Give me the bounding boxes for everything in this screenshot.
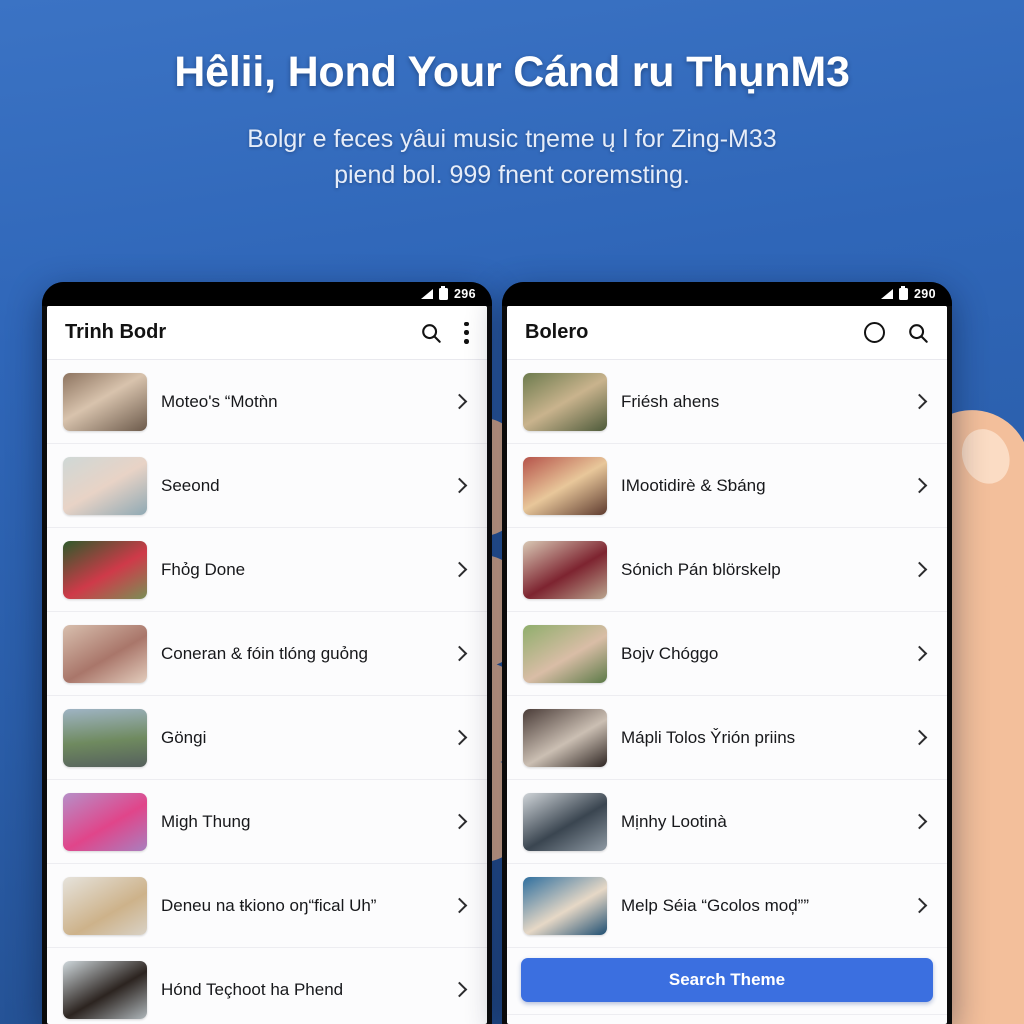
- chevron-right-icon: [911, 897, 928, 914]
- item-label: Mápli Tolos Y̌rión priins: [621, 727, 796, 747]
- page-subtitle: Bolgr e feces yâui music tŋeme ų l for Z…: [0, 122, 1024, 193]
- item-label: IMootidirè & Sƅáng: [621, 475, 766, 495]
- item-thumbnail: [523, 708, 607, 767]
- item-thumbnail: [523, 792, 607, 851]
- list-item[interactable]: Fhỏg Done: [47, 528, 487, 612]
- item-label: Moteo's “Motǹn: [161, 391, 278, 411]
- chevron-right-icon: [911, 813, 928, 830]
- signal-bars-icon: [880, 289, 893, 299]
- item-label: Friésh ahens: [621, 391, 720, 411]
- item-label: Coneran & fóin tlóng guỏng: [161, 643, 368, 663]
- list-item[interactable]: Mápli Tolos Y̌rión priins: [507, 696, 947, 780]
- list-item[interactable]: Coneran & fóin tlóng guỏng: [47, 612, 487, 696]
- status-bar-left: 296: [42, 282, 492, 306]
- chevron-right-icon: [911, 729, 928, 746]
- list-item[interactable]: Migh Thung: [47, 780, 487, 864]
- appbar-title-left: Trinh Bodr: [65, 321, 167, 343]
- appbar-left: Trinh Bodr: [47, 306, 487, 360]
- item-label: Melp Séia “Gcolos mod̦””: [621, 895, 810, 915]
- status-time: 290: [913, 287, 936, 301]
- list-item[interactable]: Seeond: [47, 444, 487, 528]
- item-thumbnail: [63, 708, 147, 767]
- item-thumbnail: [63, 540, 147, 599]
- list-item[interactable]: Melp Séia “Gcolos mod̦””: [507, 864, 947, 948]
- screen-right: Bolero Friésh ahens IMootidirè & Sƅáng S…: [507, 306, 947, 1024]
- phone-right: 290 Bolero Friésh ahens IMootidirè & Sƅá…: [502, 282, 952, 1024]
- item-thumbnail: [523, 372, 607, 431]
- item-thumbnail: [523, 624, 607, 683]
- list-item[interactable]: Deneu na ŧkiono oŋ“fical Uh”: [47, 864, 487, 948]
- subtitle-line-1: Bolgr e feces yâui music tŋeme ų l for Z…: [247, 125, 777, 154]
- list-item[interactable]: Friésh ahens: [507, 360, 947, 444]
- item-label: Göngi: [161, 727, 207, 747]
- item-label: Hónd Teçhoot ha Phend: [161, 979, 344, 999]
- item-thumbnail: [523, 540, 607, 599]
- phone-left: 296 Trinh Bodr Moteo's “Motǹn Seeond Fhỏ…: [42, 282, 492, 1024]
- chevron-right-icon: [451, 393, 468, 410]
- theme-list-left: Moteo's “Motǹn Seeond Fhỏg Done Coneran …: [47, 360, 487, 1024]
- battery-icon: [438, 285, 448, 300]
- chevron-right-icon: [911, 561, 928, 578]
- item-thumbnail: [63, 624, 147, 683]
- battery-icon: [898, 285, 908, 300]
- item-label: Bojv Chóggo: [621, 643, 719, 663]
- list-item[interactable]: Moteo's “Motǹn: [47, 360, 487, 444]
- item-label: Deneu na ŧkiono oŋ“fical Uh”: [161, 895, 377, 915]
- appbar-title-right: Bolero: [525, 321, 589, 343]
- chevron-right-icon: [451, 813, 468, 830]
- cta-container: Search Theme: [507, 948, 947, 1015]
- item-thumbnail: [63, 792, 147, 851]
- item-thumbnail: [63, 372, 147, 431]
- item-label: Migh Thung: [161, 811, 251, 831]
- item-thumbnail: [523, 876, 607, 935]
- list-item[interactable]: Hónd Teçhoot ha Phend: [47, 948, 487, 1024]
- status-time: 296: [453, 287, 476, 301]
- status-bar-right: 290: [502, 282, 952, 306]
- appbar-actions-left: [420, 321, 469, 344]
- search-icon[interactable]: [420, 322, 442, 344]
- chevron-right-icon: [911, 393, 928, 410]
- item-thumbnail: [523, 456, 607, 515]
- list-item[interactable]: Mịnhy Lootinà: [507, 780, 947, 864]
- chevron-right-icon: [911, 645, 928, 662]
- hero-section: Hêlii, Hond Your Cánd ru ThụnM3 Bolgr e …: [0, 48, 1024, 193]
- chevron-right-icon: [451, 729, 468, 746]
- list-item[interactable]: Sónich Pán ƅlörskelp: [507, 528, 947, 612]
- theme-list-right: Friésh ahens IMootidirè & Sƅáng Sónich P…: [507, 360, 947, 1015]
- subtitle-line-2: piend bol. 999 fnent coremsting.: [334, 160, 690, 189]
- item-thumbnail: [63, 876, 147, 935]
- list-item[interactable]: IMootidirè & Sƅáng: [507, 444, 947, 528]
- appbar-right: Bolero: [507, 306, 947, 360]
- chevron-right-icon: [451, 897, 468, 914]
- item-label: Mịnhy Lootinà: [621, 811, 727, 831]
- item-thumbnail: [63, 960, 147, 1019]
- item-label: Seeond: [161, 475, 220, 495]
- search-theme-button[interactable]: Search Theme: [521, 958, 933, 1002]
- chevron-right-icon: [911, 477, 928, 494]
- item-label: Sónich Pán ƅlörskelp: [621, 559, 781, 579]
- list-item[interactable]: Göngi: [47, 696, 487, 780]
- search-icon[interactable]: [907, 322, 929, 344]
- screen-left: Trinh Bodr Moteo's “Motǹn Seeond Fhỏg Do…: [47, 306, 487, 1024]
- chevron-right-icon: [451, 981, 468, 998]
- item-label: Fhỏg Done: [161, 559, 246, 579]
- chevron-right-icon: [451, 645, 468, 662]
- thumb-nail: [953, 421, 1018, 492]
- item-thumbnail: [63, 456, 147, 515]
- signal-bars-icon: [420, 289, 433, 299]
- chevron-right-icon: [451, 561, 468, 578]
- list-item[interactable]: Bojv Chóggo: [507, 612, 947, 696]
- chevron-right-icon: [451, 477, 468, 494]
- circle-icon[interactable]: [864, 322, 885, 343]
- overflow-menu-icon[interactable]: [464, 321, 469, 344]
- appbar-actions-right: [864, 322, 929, 344]
- page-title: Hêlii, Hond Your Cánd ru ThụnM3: [174, 48, 850, 96]
